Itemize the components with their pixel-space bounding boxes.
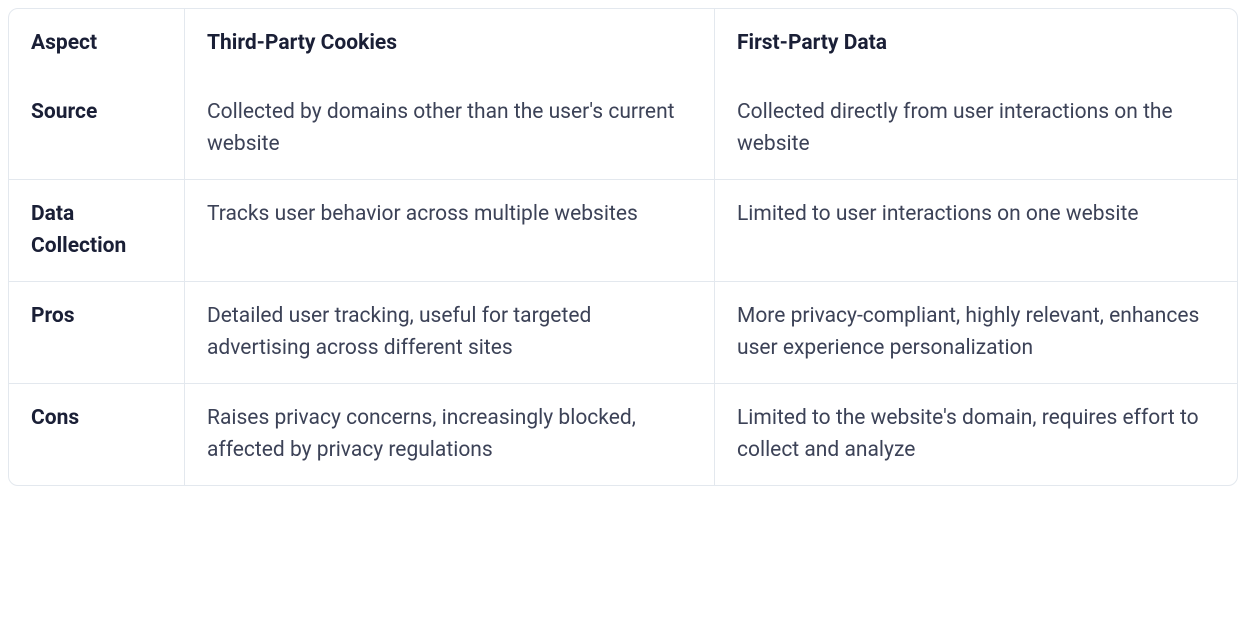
table-row: Cons Raises privacy concerns, increasing…	[9, 384, 1237, 485]
cell-third-party: Detailed user tracking, useful for targe…	[185, 282, 715, 384]
header-third-party: Third-Party Cookies	[185, 9, 715, 78]
row-aspect-label: Source	[9, 78, 185, 180]
cell-first-party: More privacy-compliant, highly relevant,…	[715, 282, 1237, 384]
table-row: Source Collected by domains other than t…	[9, 78, 1237, 180]
row-aspect-label: Pros	[9, 282, 185, 384]
row-aspect-label: Cons	[9, 384, 185, 485]
cell-third-party: Collected by domains other than the user…	[185, 78, 715, 180]
table-row: Pros Detailed user tracking, useful for …	[9, 282, 1237, 384]
header-first-party: First-Party Data	[715, 9, 1237, 78]
cell-first-party: Collected directly from user interaction…	[715, 78, 1237, 180]
cell-first-party: Limited to the website's domain, require…	[715, 384, 1237, 485]
table-row: Data Collection Tracks user behavior acr…	[9, 180, 1237, 282]
cell-third-party: Tracks user behavior across multiple web…	[185, 180, 715, 282]
table-header-row: Aspect Third-Party Cookies First-Party D…	[9, 9, 1237, 78]
cell-first-party: Limited to user interactions on one webs…	[715, 180, 1237, 282]
header-aspect: Aspect	[9, 9, 185, 78]
comparison-table: Aspect Third-Party Cookies First-Party D…	[8, 8, 1238, 486]
row-aspect-label: Data Collection	[9, 180, 185, 282]
cell-third-party: Raises privacy concerns, increasingly bl…	[185, 384, 715, 485]
